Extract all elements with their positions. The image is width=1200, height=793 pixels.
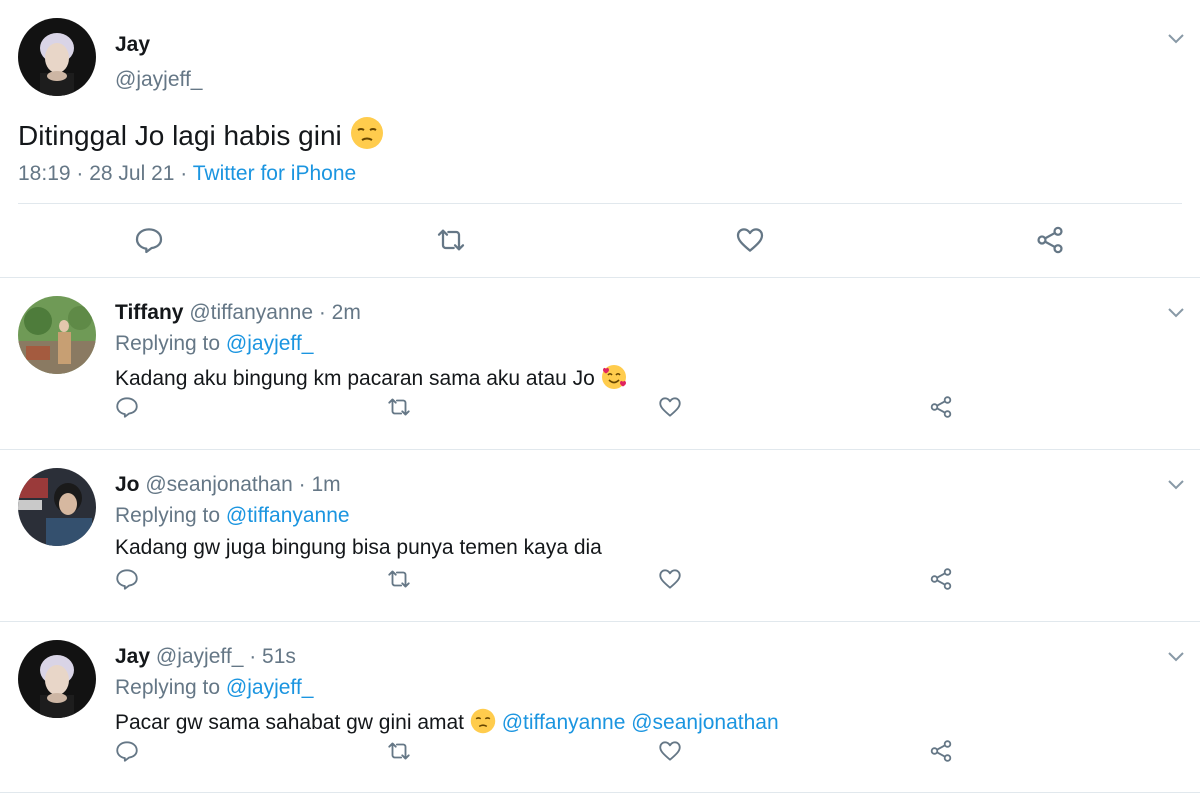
tweet-meta: 18:19 · 28 Jul 21 · Twitter for iPhone xyxy=(18,162,357,185)
reply-header: Jay @jayjeff_ · 51s xyxy=(115,645,296,669)
mention-link[interactable]: @jayjeff_ xyxy=(226,676,313,699)
replying-to: Replying to @jayjeff_ xyxy=(115,332,314,355)
reply-tweet: Jo @seanjonathan · 1m Replying to @tiffa… xyxy=(0,450,1200,622)
main-tweet: Jay @jayjeff_ Ditinggal Jo lagi habis gi… xyxy=(0,0,1200,278)
tweet-date: 28 Jul 21 xyxy=(89,162,175,185)
share-icon[interactable] xyxy=(928,738,954,764)
author-name[interactable]: Tiffany xyxy=(115,301,183,324)
reply-icon[interactable] xyxy=(114,566,140,592)
replying-to: Replying to @tiffanyanne xyxy=(115,504,350,527)
like-icon[interactable] xyxy=(734,224,766,256)
mention-link[interactable]: @jayjeff_ xyxy=(226,332,313,355)
pensive-face-icon xyxy=(470,708,496,734)
retweet-icon[interactable] xyxy=(435,224,467,256)
mention-link[interactable]: @tiffanyanne xyxy=(226,504,350,527)
chevron-down-icon[interactable] xyxy=(1166,474,1186,494)
tweet-text: Pacar gw sama sahabat gw gini amat @tiff… xyxy=(115,708,779,735)
like-icon[interactable] xyxy=(657,566,683,592)
tweet-time: 18:19 xyxy=(18,162,71,185)
like-icon[interactable] xyxy=(657,394,683,420)
tweet-text: Kadang gw juga bingung bisa punya temen … xyxy=(115,536,602,559)
author-handle[interactable]: @tiffanyanne xyxy=(189,301,313,324)
reply-icon[interactable] xyxy=(114,738,140,764)
reply-header: Tiffany @tiffanyanne · 2m xyxy=(115,301,361,325)
smiling-face-with-hearts-icon xyxy=(601,364,627,390)
replying-to: Replying to @jayjeff_ xyxy=(115,676,314,699)
share-icon[interactable] xyxy=(928,566,954,592)
avatar[interactable] xyxy=(18,296,96,374)
chevron-down-icon[interactable] xyxy=(1166,28,1186,48)
author-handle[interactable]: @jayjeff_ xyxy=(115,68,202,92)
reply-icon[interactable] xyxy=(114,394,140,420)
share-icon[interactable] xyxy=(928,394,954,420)
retweet-icon[interactable] xyxy=(386,566,412,592)
avatar[interactable] xyxy=(18,468,96,546)
retweet-icon[interactable] xyxy=(386,738,412,764)
like-icon[interactable] xyxy=(657,738,683,764)
author-handle[interactable]: @seanjonathan xyxy=(145,473,292,496)
author-name[interactable]: Jay xyxy=(115,33,150,57)
mention-link[interactable]: @tiffanyanne xyxy=(502,711,626,734)
tweet-text: Ditinggal Jo lagi habis gini xyxy=(18,116,384,152)
share-icon[interactable] xyxy=(1034,224,1066,256)
author-name[interactable]: Jo xyxy=(115,473,140,496)
tweet-text: Kadang aku bingung km pacaran sama aku a… xyxy=(115,364,627,391)
reply-icon[interactable] xyxy=(133,224,165,256)
reply-tweet: Tiffany @tiffanyanne · 2m Replying to @j… xyxy=(0,278,1200,450)
avatar[interactable] xyxy=(18,18,96,96)
mention-link[interactable]: @seanjonathan xyxy=(631,711,778,734)
tweet-age: · 2m xyxy=(313,301,361,324)
divider xyxy=(18,203,1182,204)
tweet-age: · 1m xyxy=(292,473,341,496)
reply-header: Jo @seanjonathan · 1m xyxy=(115,473,341,497)
chevron-down-icon[interactable] xyxy=(1166,646,1186,666)
pensive-face-icon xyxy=(350,116,384,150)
reply-tweet: Jay @jayjeff_ · 51s Replying to @jayjeff… xyxy=(0,622,1200,793)
retweet-icon[interactable] xyxy=(386,394,412,420)
avatar[interactable] xyxy=(18,640,96,718)
author-handle[interactable]: @jayjeff_ xyxy=(156,645,243,668)
tweet-source-link[interactable]: Twitter for iPhone xyxy=(193,162,356,185)
chevron-down-icon[interactable] xyxy=(1166,302,1186,322)
tweet-age: · 51s xyxy=(243,645,296,668)
author-name[interactable]: Jay xyxy=(115,645,150,668)
